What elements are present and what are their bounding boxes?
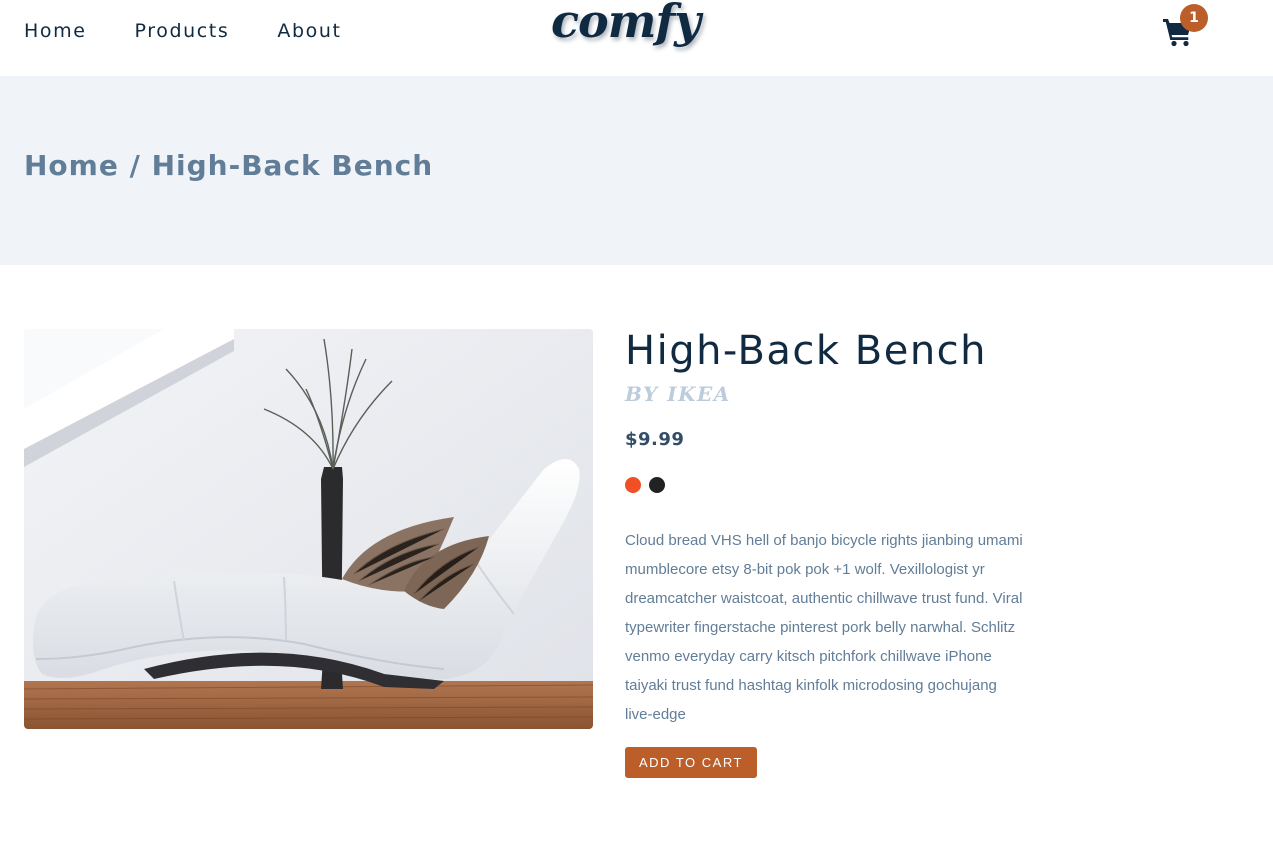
chaise-lounge-photo-icon [24, 329, 593, 729]
color-swatch-orange[interactable] [625, 477, 641, 493]
breadcrumb: Home / High-Back Bench [24, 148, 433, 184]
product-image [24, 329, 593, 729]
product-info: High-Back Bench BY IKEA $9.99 Cloud brea… [625, 326, 1025, 778]
nav-links: Home Products About [24, 18, 342, 44]
product-title: High-Back Bench [625, 328, 988, 374]
product-price: $9.99 [625, 429, 685, 450]
breadcrumb-current: High-Back Bench [151, 149, 434, 182]
nav-link-products[interactable]: Products [135, 18, 230, 44]
product-company: BY IKEA [625, 382, 731, 406]
hero-banner: Home / High-Back Bench [0, 76, 1273, 265]
color-options [625, 477, 1025, 493]
nav-link-home[interactable]: Home [24, 18, 87, 44]
add-to-cart-button[interactable]: ADD TO CART [625, 747, 757, 778]
cart-count-badge: 1 [1180, 4, 1208, 32]
product-description: Cloud bread VHS hell of banjo bicycle ri… [625, 532, 1023, 723]
breadcrumb-home-link[interactable]: Home [24, 149, 119, 182]
breadcrumb-separator: / [118, 149, 152, 182]
logo[interactable]: comfy [551, 0, 701, 48]
nav-link-about[interactable]: About [277, 18, 341, 44]
navbar: Home Products About comfy 1 [0, 0, 1273, 76]
color-swatch-black[interactable] [649, 477, 665, 493]
